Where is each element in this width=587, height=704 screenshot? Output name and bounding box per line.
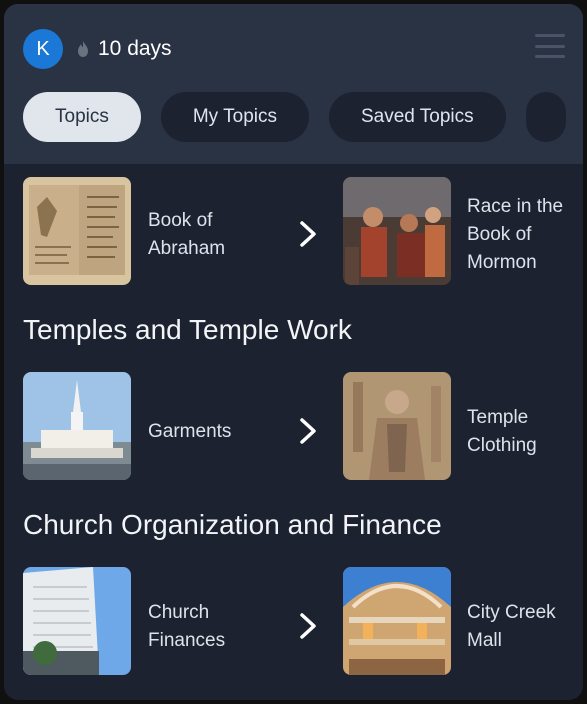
topic-row[interactable]: Garments Temple Clothing bbox=[23, 372, 568, 482]
thumb-city-creek-mall[interactable] bbox=[343, 567, 451, 675]
tab-overflow[interactable] bbox=[525, 92, 566, 142]
app-frame: K 10 days Topics My Topics Saved Topics bbox=[4, 4, 583, 700]
temple-image bbox=[23, 372, 131, 480]
topic-from-label: Church Finances bbox=[148, 602, 226, 651]
section-title: Church Organization and Finance bbox=[23, 509, 442, 540]
topic-row[interactable]: Book of Abraham Race in the Book of Morm… bbox=[23, 177, 568, 287]
topic-to-label: Race in the Book of Mormon bbox=[467, 196, 564, 273]
tab-bar: Topics My Topics Saved Topics bbox=[23, 92, 583, 142]
topic-from-label: Garments bbox=[148, 421, 232, 442]
chevron-right-icon bbox=[300, 221, 316, 247]
thumb-church-finances[interactable] bbox=[23, 567, 131, 675]
streak-text: 10 days bbox=[98, 37, 172, 60]
thumb-temple-clothing[interactable] bbox=[343, 372, 451, 480]
thumb-race-book-of-mormon[interactable] bbox=[343, 177, 451, 285]
mosaic-image bbox=[343, 372, 451, 480]
building-image bbox=[23, 567, 131, 675]
menu-icon[interactable] bbox=[535, 34, 565, 58]
thumb-book-of-abraham[interactable] bbox=[23, 177, 131, 285]
tab-saved-topics[interactable]: Saved Topics bbox=[328, 92, 506, 142]
topic-to-label: City Creek Mall bbox=[467, 602, 556, 651]
topic-to-label: Temple Clothing bbox=[467, 407, 537, 456]
tab-topics[interactable]: Topics bbox=[23, 92, 141, 142]
chevron-right-icon bbox=[300, 418, 316, 444]
tab-my-topics[interactable]: My Topics bbox=[160, 92, 309, 142]
papyrus-image bbox=[23, 177, 131, 285]
header-bar: K 10 days Topics My Topics Saved Topics bbox=[4, 4, 583, 164]
chevron-right-icon bbox=[300, 613, 316, 639]
topic-row[interactable]: Church Finances City Creek Mall bbox=[23, 567, 568, 677]
topic-from-label: Book of Abraham bbox=[148, 210, 226, 259]
avatar[interactable]: K bbox=[23, 29, 63, 69]
thumb-garments[interactable] bbox=[23, 372, 131, 480]
streak-indicator: 10 days bbox=[76, 34, 172, 64]
painting-image bbox=[343, 177, 451, 285]
flame-icon bbox=[78, 41, 88, 57]
mall-image bbox=[343, 567, 451, 675]
section-title: Temples and Temple Work bbox=[23, 314, 352, 345]
